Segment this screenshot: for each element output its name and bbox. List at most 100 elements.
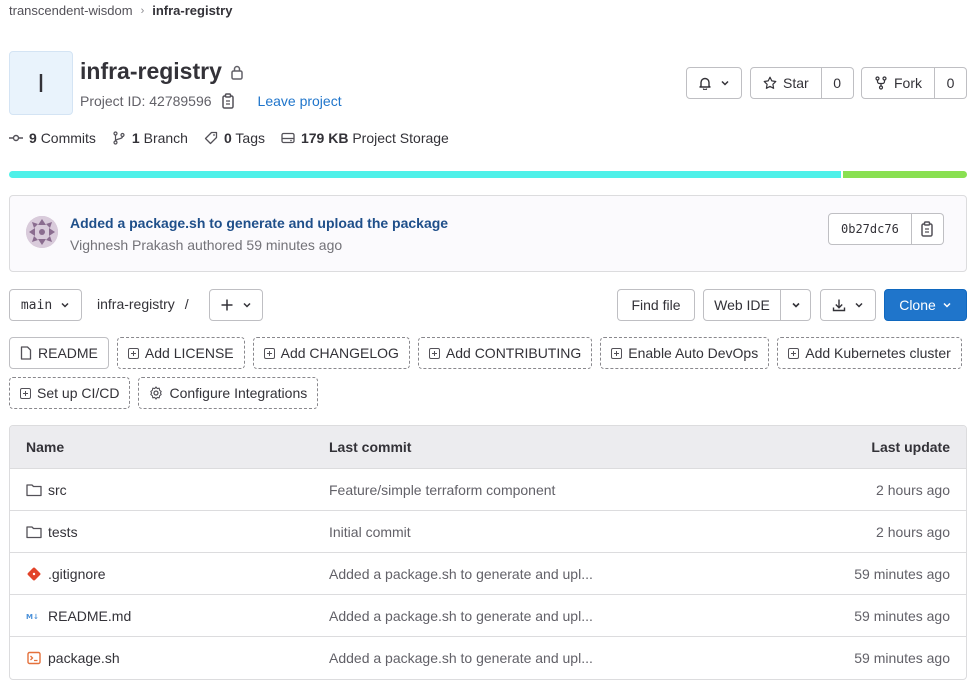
chip-label: Add LICENSE xyxy=(144,345,234,361)
language-segment[interactable] xyxy=(9,171,841,178)
chevron-right-icon: › xyxy=(140,4,145,17)
last-update: 2 hours ago xyxy=(876,481,950,498)
fork-button[interactable]: Fork xyxy=(861,67,935,99)
page-title: infra-registry xyxy=(80,58,244,85)
add-kubernetes-chip[interactable]: Add Kubernetes cluster xyxy=(777,337,962,369)
web-ide-dropdown[interactable] xyxy=(781,289,811,321)
star-count[interactable]: 0 xyxy=(821,67,854,99)
table-row[interactable]: .gitignore Added a package.sh to generat… xyxy=(10,553,966,595)
add-changelog-chip[interactable]: Add CHANGELOG xyxy=(252,337,410,369)
chevron-down-icon xyxy=(61,302,69,308)
storage-stat[interactable]: 179 KB Project Storage xyxy=(281,130,449,146)
file-name-link[interactable]: tests xyxy=(48,524,78,540)
plus-square-icon xyxy=(788,347,800,359)
table-row[interactable]: tests Initial commit 2 hours ago xyxy=(10,511,966,553)
project-name: infra-registry xyxy=(80,58,222,84)
project-shortcuts: README Add LICENSE Add CHANGELOG Add CON… xyxy=(9,337,967,409)
add-contributing-chip[interactable]: Add CONTRIBUTING xyxy=(417,337,593,369)
download-button[interactable] xyxy=(820,289,876,321)
header-last-update: Last update xyxy=(871,439,950,455)
plus-square-icon xyxy=(263,347,275,359)
breadcrumb-project-link[interactable]: infra-registry xyxy=(152,3,232,18)
header-last-commit: Last commit xyxy=(329,439,412,455)
last-update: 59 minutes ago xyxy=(854,650,950,666)
table-row[interactable]: M↓ README.md Added a package.sh to gener… xyxy=(10,595,966,637)
author-avatar[interactable] xyxy=(26,216,58,248)
svg-text:M↓: M↓ xyxy=(26,613,39,621)
add-to-tree-button[interactable] xyxy=(209,289,263,321)
file-name-link[interactable]: .gitignore xyxy=(48,566,106,582)
star-button[interactable]: Star xyxy=(750,67,822,99)
download-icon xyxy=(832,299,846,312)
table-header: Name Last commit Last update xyxy=(10,426,966,469)
file-icon xyxy=(20,346,32,360)
commit-icon xyxy=(9,134,23,142)
branch-selector[interactable]: main xyxy=(9,289,82,321)
file-name-link[interactable]: src xyxy=(48,482,67,498)
terminal-icon xyxy=(26,650,42,666)
language-segment[interactable] xyxy=(842,171,967,178)
markdown-icon: M↓ xyxy=(26,608,42,624)
storage-label: Project Storage xyxy=(352,130,449,146)
clone-button[interactable]: Clone xyxy=(884,289,967,321)
find-file-button[interactable]: Find file xyxy=(617,289,695,321)
folder-icon xyxy=(26,524,42,540)
last-commit-link[interactable]: Added a package.sh to generate and upl..… xyxy=(329,566,759,582)
header-name: Name xyxy=(26,439,65,455)
path-separator: / xyxy=(184,296,189,312)
last-commit-link[interactable]: Initial commit xyxy=(329,524,759,540)
bell-icon xyxy=(699,77,711,90)
project-avatar-letter: I xyxy=(37,67,45,98)
last-update: 59 minutes ago xyxy=(854,607,950,624)
commit-sha-group: 0b27dc76 xyxy=(828,213,944,245)
branches-stat[interactable]: 1 Branch xyxy=(112,130,188,146)
plus-square-icon xyxy=(428,347,440,359)
plus-icon xyxy=(221,299,233,311)
add-license-chip[interactable]: Add LICENSE xyxy=(116,337,245,369)
plus-square-icon xyxy=(127,347,139,359)
file-tree-table: Name Last commit Last update src Feature… xyxy=(9,425,967,680)
branches-count: 1 xyxy=(131,130,140,146)
configure-integrations-chip[interactable]: Configure Integrations xyxy=(138,377,319,409)
notifications-button[interactable] xyxy=(686,67,742,99)
star-group: Star 0 xyxy=(750,67,854,99)
web-ide-button[interactable]: Web IDE xyxy=(703,289,781,321)
leave-project-link[interactable]: Leave project xyxy=(258,93,342,109)
chevron-down-icon xyxy=(855,302,863,308)
table-row[interactable]: package.sh Added a package.sh to generat… xyxy=(10,637,966,679)
repo-toolbar: main infra-registry / Find file Web IDE … xyxy=(9,289,967,321)
commits-stat[interactable]: 9 Commits xyxy=(9,130,96,146)
tags-stat[interactable]: 0 Tags xyxy=(204,130,265,146)
last-update: 59 minutes ago xyxy=(854,565,950,582)
settings-icon xyxy=(150,386,163,400)
enable-auto-devops-chip[interactable]: Enable Auto DevOps xyxy=(600,337,770,369)
chip-label: Add CHANGELOG xyxy=(280,345,399,361)
file-name-link[interactable]: README.md xyxy=(48,608,131,624)
file-name-link[interactable]: package.sh xyxy=(48,650,120,666)
commit-sha[interactable]: 0b27dc76 xyxy=(828,213,912,245)
chevron-down-icon xyxy=(721,80,729,86)
last-commit-link[interactable]: Added a package.sh to generate and upl..… xyxy=(329,608,759,624)
branch-icon xyxy=(113,131,125,145)
chevron-down-icon xyxy=(243,302,251,308)
commits-count: 9 xyxy=(29,130,37,146)
last-commit-link[interactable]: Feature/simple terraform component xyxy=(329,482,759,498)
identicon-icon xyxy=(26,216,58,248)
commit-title-link[interactable]: Added a package.sh to generate and uploa… xyxy=(70,215,448,231)
setup-cicd-chip[interactable]: Set up CI/CD xyxy=(9,377,131,409)
last-commit-link[interactable]: Added a package.sh to generate and upl..… xyxy=(329,650,759,666)
tag-icon xyxy=(204,131,218,145)
project-stats: 9 Commits 1 Branch 0 Tags 179 KB Project… xyxy=(9,130,449,146)
chevron-down-icon xyxy=(943,302,951,308)
plus-square-icon xyxy=(611,347,623,359)
readme-chip[interactable]: README xyxy=(9,337,109,369)
table-row[interactable]: src Feature/simple terraform component 2… xyxy=(10,469,966,511)
repo-path-link[interactable]: infra-registry xyxy=(97,296,175,312)
lock-icon xyxy=(231,65,243,80)
copy-sha-button[interactable] xyxy=(911,213,944,245)
tags-count: 0 xyxy=(223,130,232,146)
fork-count[interactable]: 0 xyxy=(935,67,967,99)
breadcrumb-group-link[interactable]: transcendent-wisdom xyxy=(9,3,133,18)
copy-icon[interactable] xyxy=(221,93,235,109)
commits-label: Commits xyxy=(40,130,96,146)
